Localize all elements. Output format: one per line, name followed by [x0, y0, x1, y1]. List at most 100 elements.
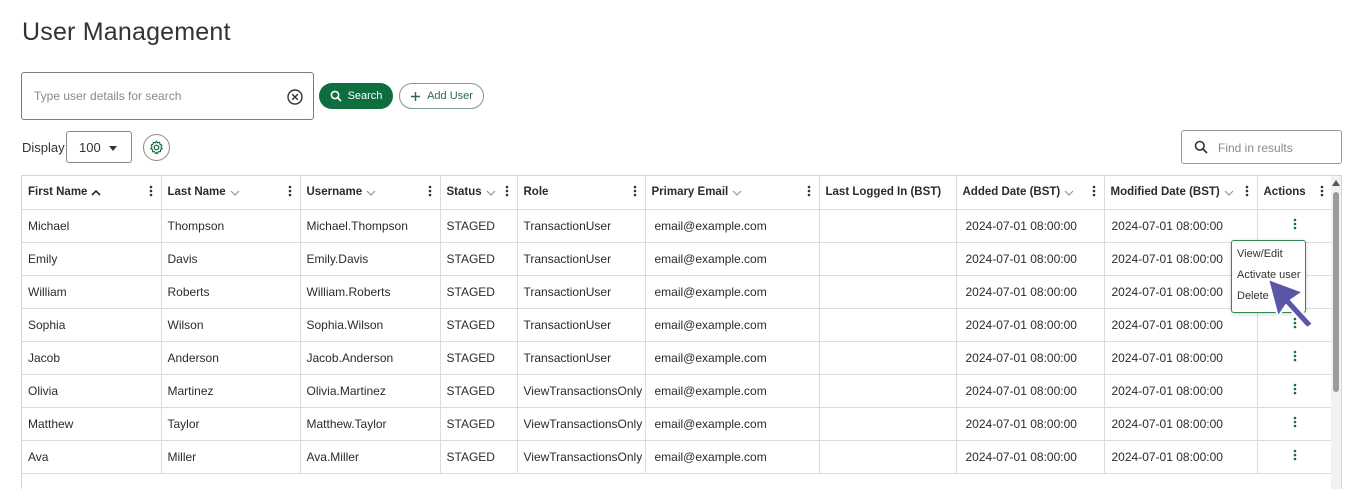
email-cell: email@example.com — [645, 275, 820, 309]
table-row[interactable]: William Roberts William.Roberts STAGED Trans… — [22, 275, 1333, 309]
username-cell: William.Roberts — [300, 275, 441, 309]
username-cell: Olivia.Martinez — [300, 374, 441, 408]
status-cell: STAGED — [440, 308, 518, 342]
sort-chevron-icon[interactable] — [230, 189, 240, 196]
find-in-results-input[interactable] — [1216, 138, 1334, 158]
role-cell: ViewTransactionsOnly — [517, 374, 646, 408]
modified-date-cell: 2024-07-01 08:00:00 — [1104, 407, 1258, 441]
last-name-cell: Thompson — [161, 209, 301, 243]
column-header-added-date[interactable]: Added Date (BST) — [956, 176, 1105, 210]
display-count-value: 100 — [79, 140, 101, 155]
add-user-button[interactable]: Add User — [399, 83, 484, 109]
table-row[interactable]: Ava Miller Ava.Miller STAGED ViewTransaction… — [22, 440, 1333, 474]
column-header-actions[interactable]: Actions — [1257, 176, 1333, 210]
first-name-cell: Matthew — [22, 407, 162, 441]
column-header-role[interactable]: Role — [517, 176, 646, 210]
scrollbar-thumb[interactable] — [1333, 192, 1339, 392]
users-table: First Name Last Name Username Status Rol… — [21, 175, 1342, 489]
table-scrollbar[interactable] — [1331, 176, 1341, 489]
added-date-cell: 2024-07-01 08:00:00 — [956, 275, 1105, 309]
column-menu-icon[interactable] — [1092, 185, 1096, 197]
column-header-last-logged-in[interactable]: Last Logged In (BST) — [819, 176, 957, 210]
role-cell: TransactionUser — [517, 308, 646, 342]
username-cell: Jacob.Anderson — [300, 341, 441, 375]
table-row[interactable]: Matthew Taylor Matthew.Taylor STAGED ViewTra… — [22, 407, 1333, 441]
status-cell: STAGED — [440, 407, 518, 441]
column-header-username[interactable]: Username — [300, 176, 441, 210]
role-cell: ViewTransactionsOnly — [517, 440, 646, 474]
role-cell: TransactionUser — [517, 209, 646, 243]
menu-item-view-edit[interactable]: View/Edit — [1237, 248, 1283, 260]
row-actions-kebab-icon[interactable] — [1293, 449, 1297, 461]
column-header-label: Added Date (BST) — [962, 186, 1061, 199]
column-menu-icon[interactable] — [149, 185, 153, 197]
username-cell: Ava.Miller — [300, 440, 441, 474]
column-menu-icon[interactable] — [1245, 185, 1249, 197]
actions-cell — [1257, 374, 1333, 408]
column-header-primary-email[interactable]: Primary Email — [645, 176, 820, 210]
column-header-status[interactable]: Status — [440, 176, 518, 210]
column-menu-icon[interactable] — [428, 185, 432, 197]
table-row[interactable]: Jacob Anderson Jacob.Anderson STAGED Transac… — [22, 341, 1333, 375]
row-actions-kebab-icon[interactable] — [1293, 383, 1297, 395]
status-cell: STAGED — [440, 242, 518, 276]
sort-chevron-icon[interactable] — [732, 189, 742, 196]
first-name-cell: Jacob — [22, 341, 162, 375]
modified-date-cell: 2024-07-01 08:00:00 — [1104, 374, 1258, 408]
email-cell: email@example.com — [645, 407, 820, 441]
sort-chevron-icon[interactable] — [486, 189, 496, 196]
scroll-up-icon[interactable] — [1332, 179, 1340, 186]
column-menu-icon[interactable] — [288, 185, 292, 197]
display-count-select[interactable]: 100 — [66, 131, 132, 163]
first-name-cell: Sophia — [22, 308, 162, 342]
actions-cell — [1257, 440, 1333, 474]
column-header-label: Last Name — [167, 186, 226, 199]
sort-chevron-icon[interactable] — [366, 189, 376, 196]
table-row[interactable]: Michael Thompson Michael.Thompson STAGED Tra… — [22, 209, 1333, 243]
search-button[interactable]: Search — [319, 83, 393, 109]
table-row[interactable]: Sophia Wilson Sophia.Wilson STAGED Transacti… — [22, 308, 1333, 342]
search-input[interactable] — [32, 85, 272, 107]
email-cell: email@example.com — [645, 440, 820, 474]
last-name-cell: Miller — [161, 440, 301, 474]
last-name-cell: Roberts — [161, 275, 301, 309]
role-cell: TransactionUser — [517, 341, 646, 375]
first-name-cell: William — [22, 275, 162, 309]
mouse-pointer-icon — [1267, 278, 1314, 329]
last-logged-in-cell — [819, 440, 957, 474]
added-date-cell: 2024-07-01 08:00:00 — [956, 374, 1105, 408]
column-settings-button[interactable] — [143, 134, 170, 161]
added-date-cell: 2024-07-01 08:00:00 — [956, 341, 1105, 375]
column-header-first-name[interactable]: First Name — [22, 176, 162, 210]
clear-search-icon[interactable] — [286, 88, 304, 106]
column-menu-icon[interactable] — [807, 185, 811, 197]
modified-date-cell: 2024-07-01 08:00:00 — [1104, 440, 1258, 474]
sort-ascending-icon[interactable] — [91, 189, 102, 196]
column-menu-icon[interactable] — [505, 185, 509, 197]
added-date-cell: 2024-07-01 08:00:00 — [956, 242, 1105, 276]
last-logged-in-cell — [819, 341, 957, 375]
add-user-button-label: Add User — [427, 90, 473, 102]
table-row[interactable]: Olivia Martinez Olivia.Martinez STAGED ViewT… — [22, 374, 1333, 408]
search-button-label: Search — [347, 90, 383, 102]
search-field[interactable] — [21, 72, 314, 120]
column-menu-icon[interactable] — [633, 185, 637, 197]
column-header-modified-date[interactable]: Modified Date (BST) — [1104, 176, 1258, 210]
added-date-cell: 2024-07-01 08:00:00 — [956, 440, 1105, 474]
column-header-last-name[interactable]: Last Name — [161, 176, 301, 210]
last-name-cell: Martinez — [161, 374, 301, 408]
row-actions-kebab-icon[interactable] — [1293, 218, 1297, 230]
actions-cell — [1257, 407, 1333, 441]
actions-cell — [1257, 209, 1333, 243]
sort-chevron-icon[interactable] — [1064, 189, 1074, 196]
email-cell: email@example.com — [645, 209, 820, 243]
table-row[interactable]: Emily Davis Emily.Davis STAGED TransactionUs… — [22, 242, 1333, 276]
row-actions-kebab-icon[interactable] — [1293, 350, 1297, 362]
search-icon — [330, 90, 342, 102]
search-icon — [1194, 140, 1208, 154]
find-in-results-field[interactable] — [1181, 130, 1342, 164]
row-actions-kebab-icon[interactable] — [1293, 416, 1297, 428]
column-menu-icon[interactable] — [1320, 185, 1324, 197]
sort-chevron-icon[interactable] — [1224, 189, 1234, 196]
email-cell: email@example.com — [645, 374, 820, 408]
